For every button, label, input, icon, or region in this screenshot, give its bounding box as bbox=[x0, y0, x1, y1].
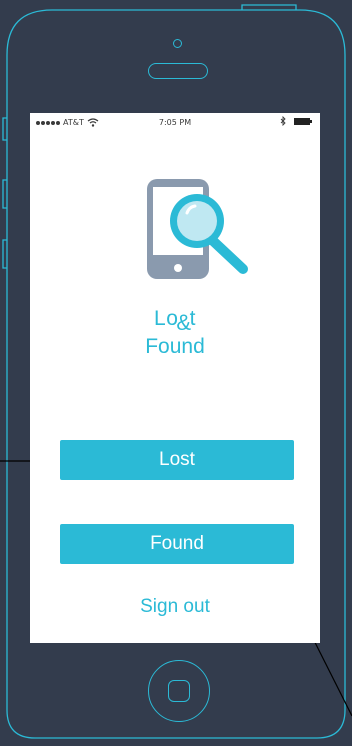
found-button[interactable]: Found bbox=[60, 524, 294, 564]
status-bar: AT&T 7:05 PM bbox=[30, 113, 320, 133]
front-camera bbox=[173, 39, 182, 48]
title-ampersand: & bbox=[176, 310, 192, 335]
speaker-grille bbox=[148, 63, 208, 79]
bluetooth-icon bbox=[280, 116, 286, 126]
app-title-line2: Found bbox=[145, 335, 205, 358]
right-status-group bbox=[280, 116, 312, 126]
home-button[interactable] bbox=[148, 660, 210, 722]
sign-out-link[interactable]: Sign out bbox=[30, 596, 320, 618]
status-time: 7:05 PM bbox=[158, 118, 192, 127]
phone-search-icon bbox=[147, 179, 248, 279]
home-square-icon bbox=[168, 680, 190, 702]
phone-screen: AT&T 7:05 PM Lo&t Found Lost Found Sign … bbox=[30, 113, 320, 643]
title-part1: Lo bbox=[154, 307, 179, 330]
app-title-line1: Lo&t bbox=[30, 305, 320, 335]
lost-button[interactable]: Lost bbox=[60, 440, 294, 480]
battery-icon bbox=[294, 117, 312, 125]
